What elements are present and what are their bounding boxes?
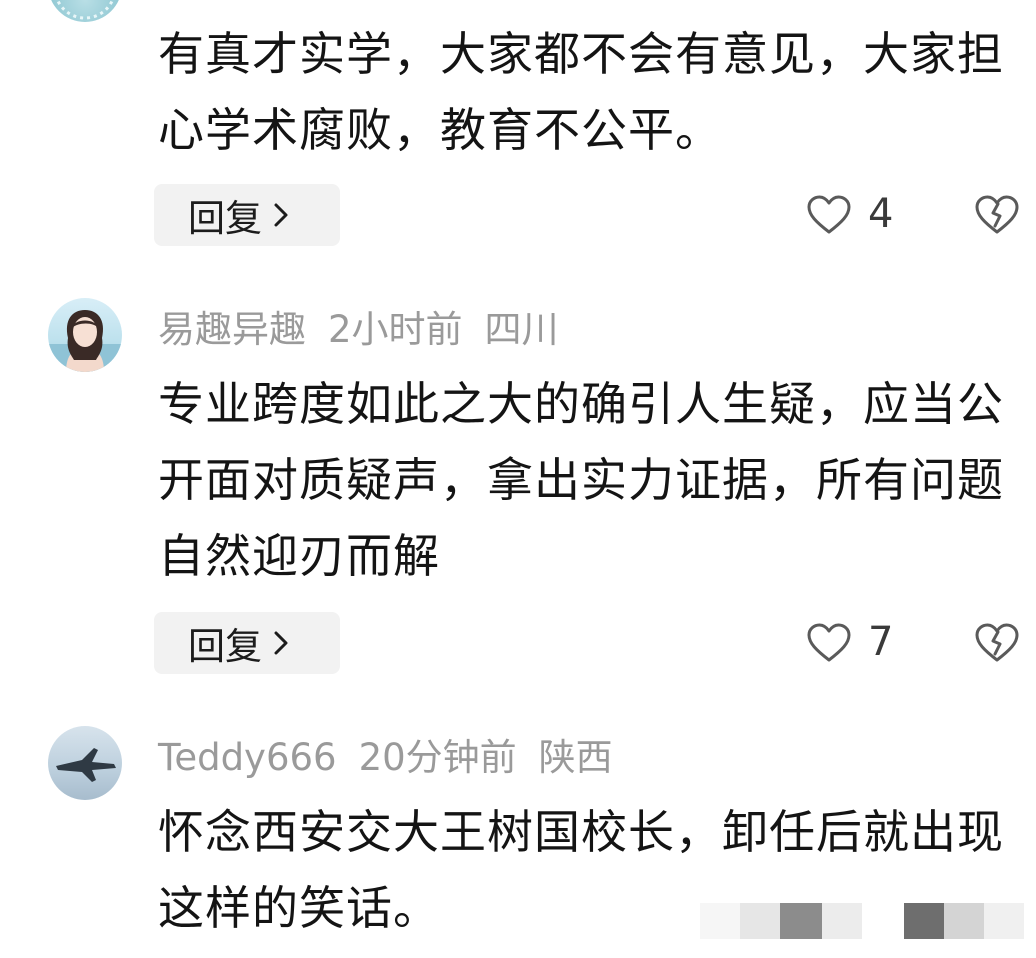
username[interactable]: Teddy666: [158, 736, 337, 779]
reply-button[interactable]: 回复: [154, 612, 340, 674]
broken-heart-icon[interactable]: [974, 622, 1020, 664]
avatar[interactable]: [48, 0, 122, 22]
watermark-block: [822, 903, 862, 939]
avatar-image: [56, 748, 116, 782]
username[interactable]: 易趣异趣: [158, 308, 306, 351]
comment-meta: Teddy666 20分钟前 陕西: [158, 736, 635, 780]
comment-time: 2小时前: [328, 308, 463, 351]
comment-text: 专业跨度如此之大的确引人生疑，应当公开面对质疑声，拿出实力证据，所有问题自然迎刃…: [158, 377, 1004, 583]
comment-location: 四川: [484, 308, 559, 351]
watermark-block: [700, 903, 740, 939]
avatar[interactable]: [48, 726, 122, 800]
chevron-right-icon: [272, 630, 290, 656]
comment-text: 有真才实学，大家都不会有意见，大家担心学术腐败，教育不公平。: [158, 27, 1004, 157]
reply-button[interactable]: 回复: [154, 184, 340, 246]
comment-meta: 易趣异趣 2小时前 四川: [158, 308, 581, 352]
watermark-block: [740, 903, 780, 939]
comment-location: 陕西: [538, 736, 613, 779]
watermark-block: [984, 903, 1024, 939]
avatar-image: [55, 0, 115, 20]
comment-text: 怀念西安交大王树国校长，卸任后就出现这样的笑话。: [158, 805, 1004, 935]
comment-time: 20分钟前: [358, 736, 517, 779]
broken-heart-icon[interactable]: [974, 194, 1020, 236]
heart-outline-icon[interactable]: [806, 622, 852, 664]
avatar-image: [48, 310, 122, 372]
heart-outline-icon[interactable]: [806, 194, 852, 236]
watermark-block: [780, 903, 822, 939]
chevron-right-icon: [272, 202, 290, 228]
like-count: 4: [868, 191, 894, 237]
watermark-block: [904, 903, 944, 939]
reply-label: 回复: [188, 197, 262, 240]
reply-label: 回复: [188, 625, 262, 668]
like-count: 7: [868, 619, 894, 665]
watermark-block: [944, 903, 984, 939]
avatar[interactable]: [48, 298, 122, 372]
